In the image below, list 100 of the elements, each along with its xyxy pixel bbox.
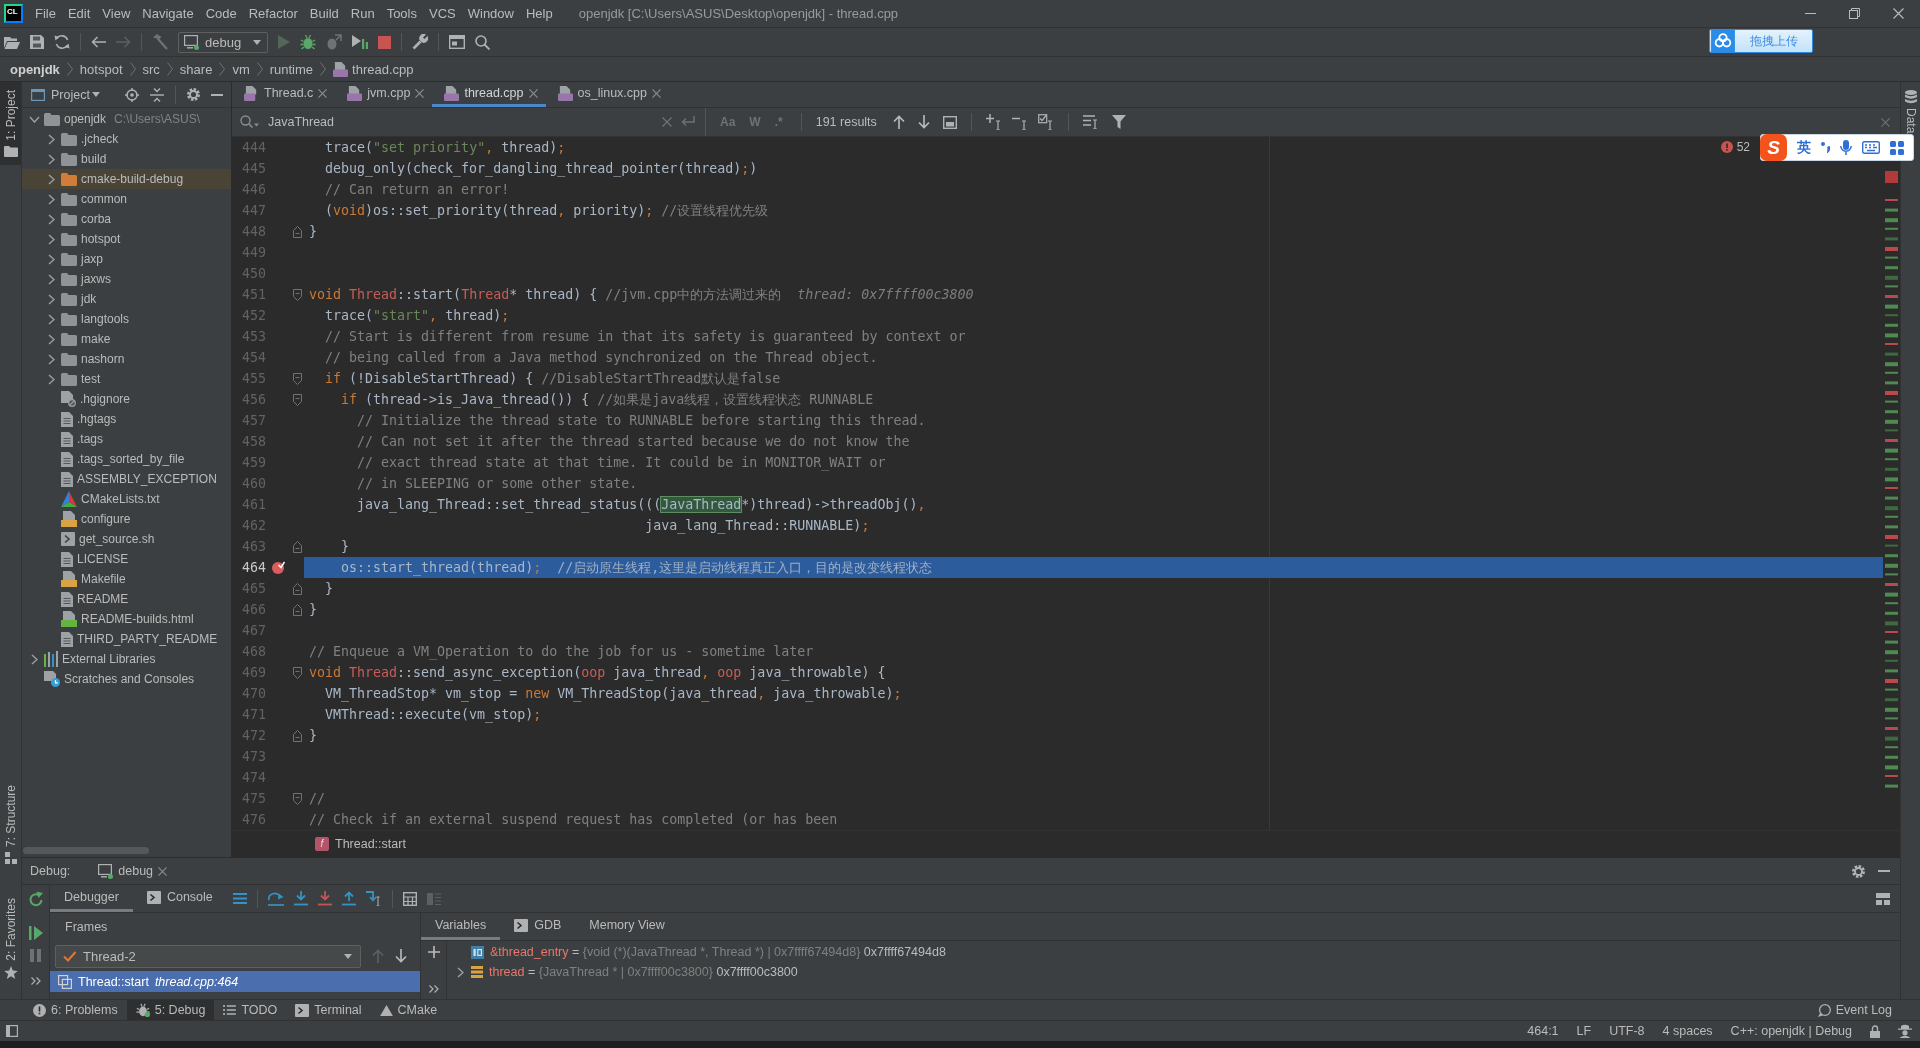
problems-indicator[interactable]: 52 [1720,140,1750,154]
tree-item[interactable]: jaxws [22,269,231,289]
chevron-down-icon[interactable] [28,115,40,123]
breadcrumb-item[interactable]: vm [232,61,250,77]
chevron-right-icon[interactable] [47,233,55,245]
close-icon[interactable] [528,88,538,98]
variable-entry[interactable]: &thread_entry = {void (*)(JavaThread *, Thread *) | 0x7ffff67494d8} 0x7ffff67494d8 [490,945,946,959]
minimize-icon[interactable] [211,93,223,96]
chevron-right-icon[interactable] [47,353,55,365]
breadcrumb-item[interactable]: Thread::start [335,837,406,851]
chevron-right-icon[interactable] [456,966,464,978]
minimize-icon[interactable] [1804,13,1816,14]
menu-item[interactable]: Run [344,6,381,21]
check-cursor-icon[interactable] [1037,114,1054,130]
fold-marker-icon[interactable] [292,372,302,385]
lines-cursor-icon[interactable] [1082,115,1099,129]
force-step-into-icon[interactable] [317,891,332,906]
variable-entry[interactable]: thread = {JavaThread * | 0x7ffff00c3800} 0x7ffff00c3800 [489,965,798,979]
step-over-icon[interactable] [267,891,284,906]
chevron-right-icon[interactable] [47,373,55,385]
menu-item[interactable]: Tools [380,6,423,21]
menu-item[interactable]: View [96,6,137,21]
menu-item[interactable]: Help [519,6,559,21]
settings-icon[interactable] [1852,864,1865,878]
pause-icon[interactable] [30,949,41,962]
fold-marker-icon[interactable] [292,792,302,805]
menu-item[interactable]: VCS [423,6,462,21]
tree-item[interactable]: .hgignore [22,389,231,409]
status-item[interactable]: 4 spaces [1662,1024,1713,1038]
fold-marker-icon[interactable] [292,393,302,406]
search-icon[interactable] [240,115,259,129]
tree-item[interactable]: hotspot [22,229,231,249]
thread-dropdown[interactable]: Thread-2 [55,944,361,968]
tree-item[interactable]: test [22,369,231,389]
close-icon[interactable] [415,88,425,98]
status-item[interactable]: LF [1576,1024,1592,1038]
chevron-right-icon[interactable] [47,333,55,345]
session-tab[interactable]: debug [92,858,174,884]
breadcrumb-item[interactable]: openjdk [10,61,60,77]
chevron-right-icon[interactable] [47,133,55,145]
tree-item[interactable]: THIRD_PARTY_README [22,629,231,649]
breakpoint-icon[interactable] [271,561,285,574]
input-mode-toggle[interactable]: 英 [1797,138,1811,157]
double-chevron-icon[interactable] [428,985,439,993]
stop-icon[interactable] [378,35,391,49]
tree-item[interactable]: common [22,189,231,209]
menu-item[interactable]: Edit [61,6,97,21]
keyboard-icon[interactable] [1862,141,1880,154]
double-chevron-icon[interactable] [30,977,41,985]
menu-item[interactable]: Refactor [242,6,304,21]
tree-item[interactable]: CMakeLists.txt [22,489,231,509]
tree-item[interactable]: Scratches and Consoles [22,669,231,689]
save-icon[interactable] [30,35,44,49]
upload-button[interactable]: 拖拽上传 [1709,29,1813,53]
tool-window-tab[interactable]: 2: Favorites [0,890,21,987]
breadcrumb-item[interactable]: share [179,61,213,77]
chevron-right-icon[interactable] [47,173,55,185]
panel-tab[interactable]: Memory View [575,913,679,940]
tree-item[interactable]: make [22,329,231,349]
fold-marker-icon[interactable] [292,603,302,616]
search-field[interactable]: JavaThread [232,108,706,136]
add-cursor-icon[interactable] [985,114,1002,130]
tree-item[interactable]: configure [22,509,231,529]
resume-icon[interactable] [28,926,43,940]
run-to-cursor-icon[interactable] [365,891,382,906]
bug-icon[interactable] [300,34,316,50]
fold-marker-icon[interactable] [292,225,302,238]
editor-tab[interactable]: Thread.c [232,82,336,107]
ime-logo[interactable]: S [1760,134,1787,161]
tree-item[interactable]: get_source.sh [22,529,231,549]
wrench-icon[interactable] [412,34,428,50]
microphone-icon[interactable] [1840,140,1852,155]
tree-item[interactable]: .jcheck [22,129,231,149]
rerun-icon[interactable] [27,891,44,907]
chevron-right-icon[interactable] [47,313,55,325]
square-icon[interactable] [6,1025,18,1037]
status-item[interactable]: 464:1 [1527,1024,1559,1038]
list-icon[interactable] [232,893,247,904]
breadcrumb-item[interactable]: thread.cpp [333,61,414,77]
breadcrumb-item[interactable]: runtime [269,61,314,77]
tree-item[interactable]: Makefile [22,569,231,589]
fold-marker-icon[interactable] [292,288,302,301]
tree-item[interactable]: LICENSE [22,549,231,569]
tool-window-tab[interactable]: Data [1903,90,1918,134]
fold-marker-icon[interactable] [292,729,302,742]
panel-tab[interactable]: Debugger [50,885,133,912]
tree-item[interactable]: .hgtags [22,409,231,429]
close-icon[interactable] [652,88,661,98]
tree-item[interactable]: README-builds.html [22,609,231,629]
chevron-right-icon[interactable] [47,273,55,285]
tree-item[interactable]: jaxp [22,249,231,269]
status-item[interactable]: UTF-8 [1609,1024,1645,1038]
chevron-right-icon[interactable] [47,193,55,205]
panel-tab[interactable]: GDB [500,913,576,940]
tree-item[interactable]: README [22,589,231,609]
tool-window-button[interactable]: CMake [370,1000,447,1020]
layout-icon[interactable] [1876,892,1890,905]
open-folder-icon[interactable] [4,35,20,49]
new-line-icon[interactable] [681,116,695,128]
collapse-all-icon[interactable] [150,87,164,102]
